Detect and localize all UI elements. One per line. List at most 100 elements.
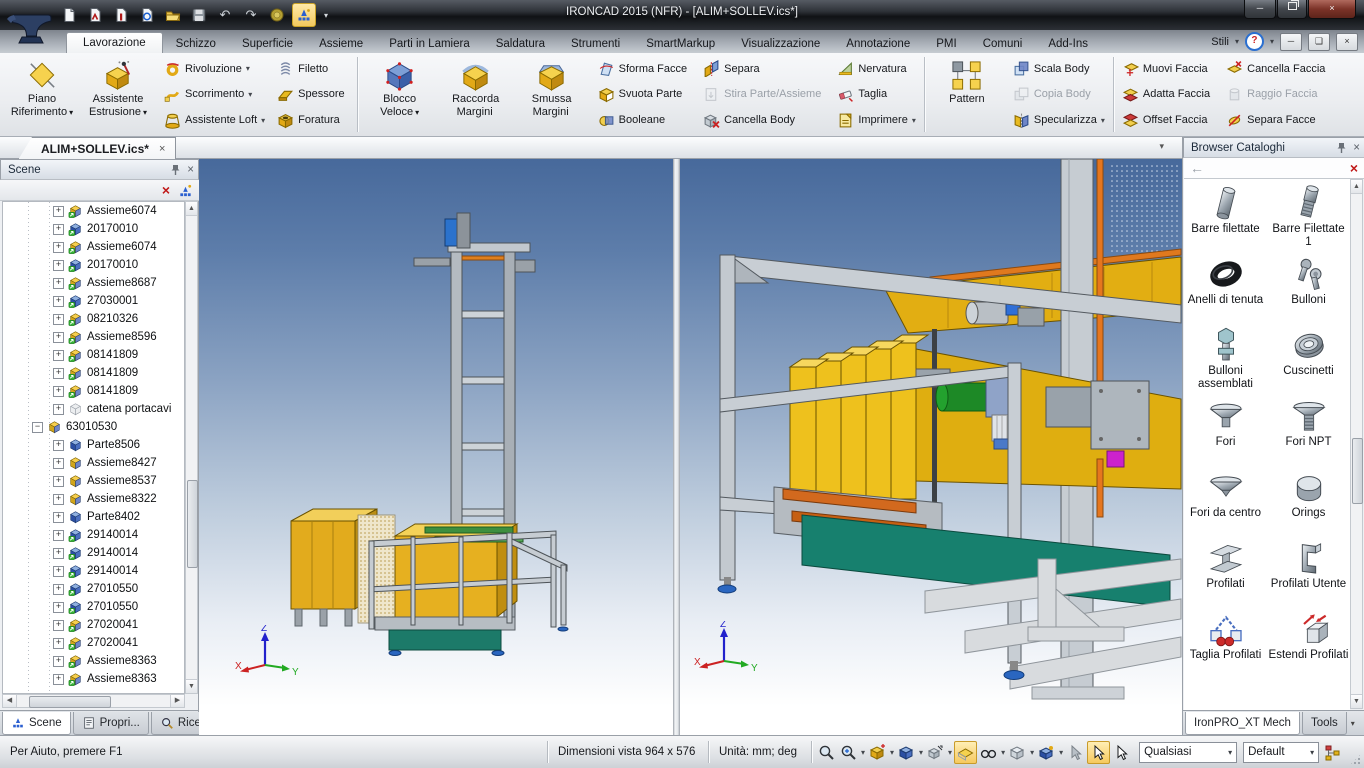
view-cube-dropdown-icon[interactable]: ▾ — [1029, 748, 1035, 757]
ribbon-big-button[interactable]: Smussa Margini — [514, 55, 590, 134]
open-icon[interactable] — [162, 4, 184, 26]
ribbon-tab[interactable]: Annotazione — [833, 34, 923, 53]
tree-item[interactable]: + Assieme8537 — [3, 472, 184, 490]
ribbon-button[interactable]: Adatta Faccia — [1117, 83, 1219, 106]
tree-item[interactable]: + 29140014 — [3, 562, 184, 580]
scene-panel-close-icon[interactable]: × — [187, 164, 194, 176]
catalog-back-icon[interactable]: ← — [1190, 160, 1204, 176]
move-cube-icon[interactable] — [925, 742, 946, 763]
catalog-item[interactable]: Fori da centro — [1186, 467, 1266, 538]
ribbon-button[interactable]: Cancella Faccia — [1221, 57, 1334, 80]
tree-expander-icon[interactable]: + — [53, 224, 64, 235]
part-mode-icon[interactable] — [1036, 742, 1057, 763]
zoom-plus-icon[interactable] — [838, 742, 859, 763]
machine-front-rod[interactable] — [932, 329, 937, 524]
catalog-item[interactable]: Fori NPT — [1269, 396, 1349, 467]
save-icon[interactable] — [188, 4, 210, 26]
document-tab-close-icon[interactable]: × — [159, 143, 165, 155]
ribbon-button[interactable]: Filetto — [272, 57, 353, 80]
ribbon-button[interactable]: Nervatura — [832, 57, 921, 80]
tree-expander-icon[interactable]: + — [53, 620, 64, 631]
tree-expander-icon[interactable]: + — [53, 296, 64, 307]
tree-expander-icon[interactable]: + — [53, 638, 64, 649]
catalog-list[interactable]: Barre filettate Barre Filettate 1 Anelli… — [1184, 179, 1350, 713]
tab-ironpro-xt-mech[interactable]: IronPRO_XT Mech — [1185, 712, 1300, 735]
viewport-splitter[interactable] — [673, 159, 680, 735]
tree-item[interactable]: + Assieme8687 — [3, 274, 184, 292]
tree-item[interactable]: + Assieme8596 — [3, 328, 184, 346]
resize-grip[interactable] — [1349, 753, 1362, 766]
ribbon-tab[interactable]: Comuni — [970, 34, 1036, 53]
ribbon-button[interactable]: Scorrimento ▾ — [159, 83, 270, 106]
catalog-item[interactable]: Profilati Utente — [1269, 538, 1349, 609]
tree-item[interactable]: + 27030001 — [3, 292, 184, 310]
render-dropdown-icon[interactable]: ▾ — [1000, 748, 1006, 757]
ribbon-big-button[interactable]: Piano Riferimento▾ — [4, 55, 80, 134]
tree-item[interactable]: + catena portacavi — [3, 400, 184, 418]
tree-item[interactable]: + 29140014 — [3, 544, 184, 562]
blue-cube-icon[interactable] — [896, 742, 917, 763]
tree-expander-icon[interactable]: − — [32, 422, 43, 433]
tree-expander-icon[interactable]: + — [53, 530, 64, 541]
tree-expander-icon[interactable]: + — [53, 332, 64, 343]
tree-item[interactable]: + Assieme8363 — [3, 670, 184, 688]
tree-expander-icon[interactable]: + — [53, 350, 64, 361]
tree-expander-icon[interactable]: + — [53, 458, 64, 469]
tree-item[interactable]: + 08141809 — [3, 364, 184, 382]
ribbon-tab[interactable]: Assieme — [306, 34, 376, 53]
tree-expander-icon[interactable]: + — [53, 656, 64, 667]
ribbon-tab[interactable]: Visualizzazione — [728, 34, 833, 53]
ribbon-tab[interactable]: SmartMarkup — [633, 34, 728, 53]
hierarchy-icon[interactable] — [1322, 742, 1343, 763]
ironcad-logo[interactable] — [4, 1, 60, 53]
scroll-down-icon[interactable]: ▼ — [1351, 694, 1362, 708]
facet-shading-toggle-icon[interactable] — [954, 741, 977, 764]
tree-item[interactable]: + 27010550 — [3, 598, 184, 616]
catalog-panel-close-icon[interactable]: × — [1353, 142, 1360, 154]
move-cube-dropdown-icon[interactable]: ▾ — [947, 748, 953, 757]
scene-tree[interactable]: + Assieme6074 + 20170010 + Assi — [2, 201, 185, 694]
ribbon-button[interactable]: Svuota Parte — [593, 83, 696, 106]
ribbon-tab[interactable]: Superficie — [229, 34, 306, 53]
mdi-restore-button[interactable]: ❏ — [1308, 33, 1330, 51]
ribbon-tab[interactable]: Add-Ins — [1035, 34, 1101, 53]
ribbon-button[interactable]: Assistente Loft ▾ — [159, 109, 270, 132]
tab-tools[interactable]: Tools — [1302, 712, 1347, 735]
stili-button[interactable]: Stili — [1211, 36, 1229, 48]
config-select[interactable]: Default ▾ — [1243, 742, 1319, 763]
ribbon-button[interactable]: Spessore — [272, 83, 353, 106]
tree-expander-icon[interactable]: + — [53, 278, 64, 289]
tree-item[interactable]: + Assieme8363 — [3, 652, 184, 670]
ribbon-button[interactable]: Imprimere ▾ — [832, 109, 921, 132]
catalog-item[interactable]: Profilati — [1186, 538, 1266, 609]
tree-item[interactable]: + 27010550 — [3, 580, 184, 598]
tree-item[interactable]: + 08210326 — [3, 310, 184, 328]
tree-expander-icon[interactable]: + — [53, 476, 64, 487]
blue-cube-dropdown-icon[interactable]: ▾ — [918, 748, 924, 757]
tree-expander-icon[interactable]: + — [53, 440, 64, 451]
ribbon-button[interactable]: Sforma Facce — [593, 57, 696, 80]
document-list-dropdown-icon[interactable]: ▾ — [1159, 141, 1164, 152]
scene-tree-horizontal-scrollbar[interactable]: ◀ ▶ — [2, 694, 185, 708]
tree-expander-icon[interactable]: + — [53, 206, 64, 217]
ribbon-button[interactable]: Copia Body — [1008, 83, 1110, 106]
tree-item[interactable]: + Assieme6074 — [3, 202, 184, 220]
zoom-icon[interactable] — [816, 742, 837, 763]
tree-expander-icon[interactable]: + — [53, 512, 64, 523]
machine-mesh-curtain[interactable] — [358, 515, 395, 623]
ribbon-button[interactable]: Raggio Faccia — [1221, 83, 1334, 106]
scroll-right-icon[interactable]: ▶ — [170, 695, 184, 707]
ribbon-tab[interactable]: Strumenti — [558, 34, 633, 53]
scroll-up-icon[interactable]: ▲ — [1351, 180, 1362, 194]
tree-expander-icon[interactable]: + — [53, 674, 64, 685]
ribbon-big-button[interactable]: Pattern — [929, 55, 1005, 134]
tree-item[interactable]: + 08141809 — [3, 382, 184, 400]
tree-item[interactable]: + 20170010 — [3, 256, 184, 274]
redo-icon[interactable]: ↷ — [240, 4, 262, 26]
scene-tree-vertical-scrollbar[interactable]: ▲ ▼ — [185, 201, 198, 694]
help-icon[interactable]: ? — [1245, 32, 1264, 51]
tree-item[interactable]: + 27020041 — [3, 634, 184, 652]
tree-expander-icon[interactable]: + — [53, 242, 64, 253]
ribbon-button[interactable]: Specularizza ▾ — [1008, 109, 1110, 132]
stamp-icon[interactable] — [266, 4, 288, 26]
